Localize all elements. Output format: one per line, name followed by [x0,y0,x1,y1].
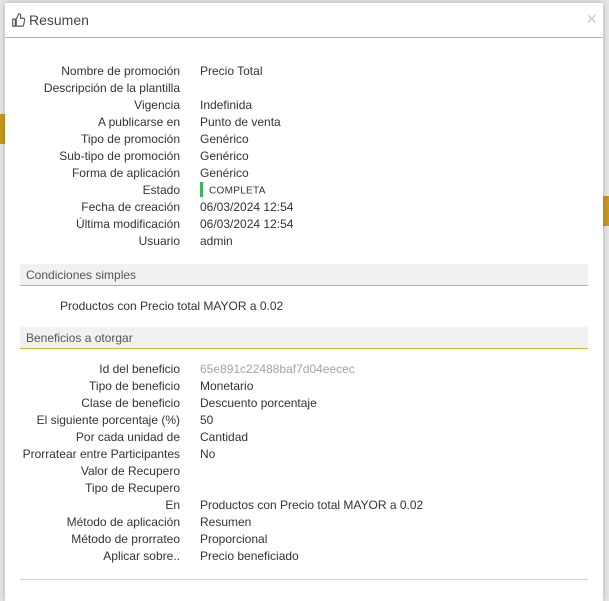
summary-modal: Resumen × Nombre de promoción Precio Tota… [5,3,603,601]
detail-row: Clase de beneficio Descuento porcentaje [5,396,603,413]
status-indicator [200,182,203,198]
detail-row: Tipo de promoción Genérico [5,132,603,149]
benefits-header: Beneficios a otorgar [20,327,588,349]
detail-label: El siguiente porcentaje (%) [36,413,180,427]
detail-label: Fecha de creación [81,200,180,214]
detail-label: Método de prorrateo [71,532,180,546]
detail-label: Tipo de beneficio [89,379,180,393]
detail-label: Sub-tipo de promoción [59,149,180,163]
detail-value: Monetario [200,379,254,393]
detail-label: A publicarse en [97,115,180,129]
detail-value: Genérico [200,132,249,146]
detail-label: Id del beneficio [99,362,180,376]
detail-value: 50 [200,413,214,427]
detail-value: admin [200,234,233,248]
detail-row: Id del beneficio 65e891c22488baf7d04eecec [5,362,603,379]
detail-value: Genérico [200,149,249,163]
detail-label: En [165,498,180,512]
thumbs-up-icon [11,13,25,27]
detail-row: Última modificación 06/03/2024 12:54 [5,217,603,234]
status-badge: COMPLETA [200,182,266,198]
detail-label: Vigencia [134,98,180,112]
conditions-header: Condiciones simples [20,264,588,286]
detail-value: Genérico [200,166,249,180]
detail-row: Valor de Recupero [5,464,603,481]
detail-row: Descripción de la plantilla [5,81,603,98]
detail-label: Usuario [138,234,180,248]
detail-row: A publicarse en Punto de venta [5,115,603,132]
detail-row: Vigencia Indefinida [5,98,603,115]
modal-title: Resumen [29,12,89,28]
detail-value: Precio beneficiado [200,549,299,563]
detail-row: Forma de aplicación Genérico [5,166,603,183]
detail-label: Por cada unidad de [75,430,180,444]
section-title: Beneficios a otorgar [26,330,133,345]
detail-row: Nombre de promoción Precio Total [5,64,603,81]
detail-row: Prorratear entre Participantes No [5,447,603,464]
detail-row: El siguiente porcentaje (%) 50 [5,413,603,430]
detail-row: Método de aplicación Resumen [5,515,603,532]
detail-row: En Productos con Precio total MAYOR a 0.0… [5,498,603,515]
detail-label: Estado [142,183,180,197]
modal-header: Resumen × [5,3,603,38]
detail-label: Valor de Recupero [80,464,180,478]
summary-details: Nombre de promoción Precio Total Descripc… [5,64,603,251]
detail-row: Fecha de creación 06/03/2024 12:54 [5,200,603,217]
detail-value: Punto de venta [200,115,281,129]
detail-value: Indefinida [200,98,253,112]
detail-label: Nombre de promoción [61,64,180,78]
benefit-id: 65e891c22488baf7d04eecec [200,362,355,376]
benefit-details: Id del beneficio 65e891c22488baf7d04eecec… [5,362,603,566]
detail-value: 06/03/2024 12:54 [200,200,294,214]
section-title: Condiciones simples [26,267,137,282]
detail-label: Clase de beneficio [81,396,180,410]
status-text: COMPLETA [209,185,266,197]
detail-value: Productos con Precio total MAYOR a 0.02 [200,498,424,512]
detail-value: Cantidad [200,430,249,444]
detail-label: Forma de aplicación [71,166,180,180]
detail-label: Última modificación [75,217,180,231]
detail-row: Por cada unidad de Cantidad [5,430,603,447]
detail-row: Estado COMPLETA [5,182,603,200]
backdrop-strip [603,196,609,226]
detail-value: Resumen [200,515,252,529]
detail-value: Proporcional [200,532,268,546]
detail-label: Descripción de la plantilla [43,81,180,95]
detail-label: Prorratear entre Participantes [22,447,180,461]
detail-value: Precio Total [200,64,263,78]
detail-row: Método de prorrateo Proporcional [5,532,603,549]
detail-value: Descuento porcentaje [200,396,317,410]
detail-label: Tipo de Recupero [85,481,180,495]
detail-value: No [200,447,216,461]
footer-divider [20,579,588,580]
detail-row: Aplicar sobre.. Precio beneficiado [5,549,603,566]
detail-row: Tipo de Recupero [5,481,603,498]
detail-row: Usuario admin [5,234,603,251]
detail-label: Método de aplicación [66,515,180,529]
detail-row: Tipo de beneficio Monetario [5,379,603,396]
condition-text: Productos con Precio total MAYOR a 0.02 [60,299,284,313]
detail-label: Tipo de promoción [81,132,180,146]
detail-value: 06/03/2024 12:54 [200,217,294,231]
detail-label: Aplicar sobre.. [103,549,180,563]
close-icon[interactable]: × [586,9,597,30]
detail-row: Sub-tipo de promoción Genérico [5,149,603,166]
